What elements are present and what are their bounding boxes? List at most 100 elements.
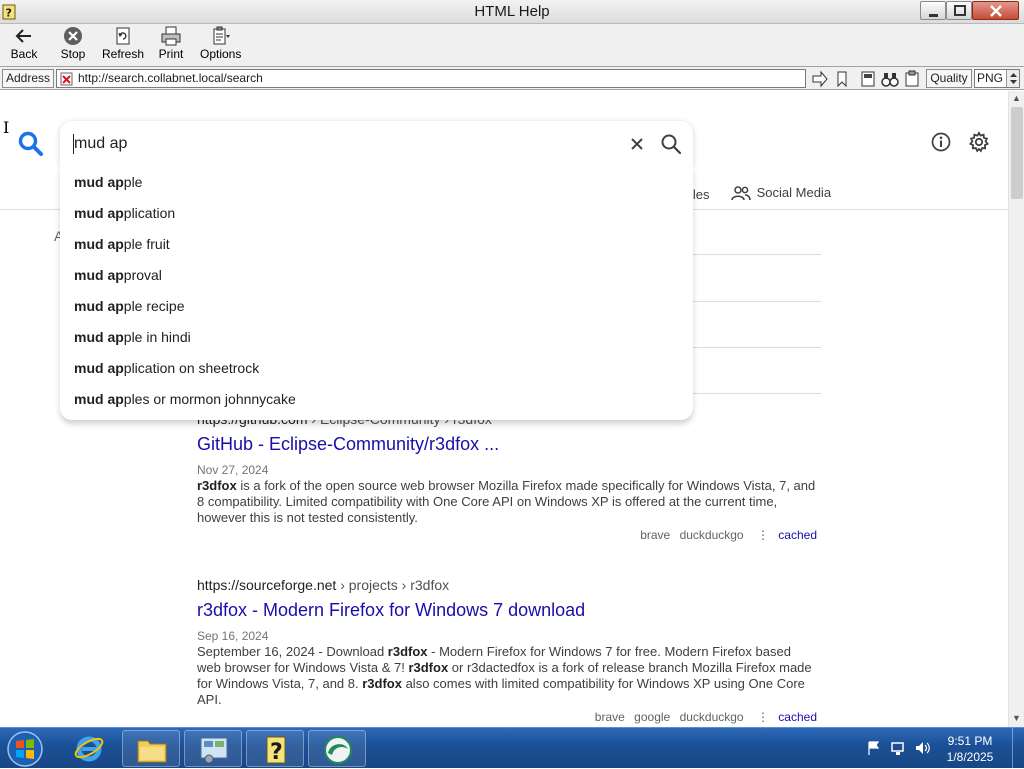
suggestion-match: mud ap xyxy=(74,174,124,190)
suggestion-item[interactable]: mud approval xyxy=(60,260,693,291)
options-label: Options xyxy=(200,47,242,61)
suggestion-item[interactable]: mud application on sheetrock xyxy=(60,353,693,384)
bookmark-icon[interactable] xyxy=(833,70,851,88)
engine-tag: brave xyxy=(640,528,671,542)
taskbar-control-panel[interactable] xyxy=(184,730,242,767)
result-divider xyxy=(684,347,821,348)
suggestion-rest: ple in hindi xyxy=(123,329,191,345)
result-path: › projects › r3dfox xyxy=(340,577,450,593)
taskbar: ? 9:51 PM 1/8/2025 xyxy=(0,727,1024,769)
clear-icon[interactable] xyxy=(627,134,647,154)
taskbar-file-explorer[interactable] xyxy=(122,730,180,767)
tab-social-label: Social Media xyxy=(756,185,832,200)
options-button[interactable]: Options xyxy=(200,26,242,64)
close-button[interactable] xyxy=(972,1,1019,20)
search-logo-icon[interactable] xyxy=(18,131,44,157)
more-options-icon[interactable]: ⋮ xyxy=(757,710,769,724)
result-domain: https://sourceforge.net xyxy=(197,577,337,593)
search-icon[interactable] xyxy=(660,133,682,155)
refresh-label: Refresh xyxy=(102,47,145,61)
suggestion-match: mud ap xyxy=(74,236,124,252)
suggestion-item[interactable]: mud application xyxy=(60,198,693,229)
stop-button[interactable]: Stop xyxy=(56,26,90,64)
taskbar-html-help[interactable]: ? xyxy=(246,730,304,767)
address-bar: Address http://search.collabnet.local/se… xyxy=(0,66,1024,90)
address-label: Address xyxy=(2,69,54,88)
address-url: http://search.collabnet.local/search xyxy=(78,71,263,85)
text-cursor-icon: I xyxy=(3,118,10,137)
snippet-highlight: r3dfox xyxy=(387,644,428,659)
suggestion-item[interactable]: mud apple recipe xyxy=(60,291,693,322)
contents-icon[interactable] xyxy=(859,70,877,88)
file-explorer-icon xyxy=(137,740,167,763)
suggestion-rest: plication on sheetrock xyxy=(123,360,260,376)
suggestion-rest: plication xyxy=(123,205,176,221)
system-clock[interactable]: 9:51 PM 1/8/2025 xyxy=(930,733,1010,765)
gear-icon[interactable] xyxy=(968,131,990,153)
minimize-button[interactable] xyxy=(920,1,946,20)
tab-social-media[interactable]: Social Media xyxy=(731,185,831,201)
suggestion-match: mud ap xyxy=(74,329,124,345)
result-date: Sep 16, 2024 xyxy=(197,629,269,643)
result-breadcrumb[interactable]: https://sourceforge.net › projects › r3d… xyxy=(197,577,817,593)
suggestion-item[interactable]: mud apples or mormon johnnycake xyxy=(60,384,693,415)
suggestion-match: mud ap xyxy=(74,391,124,407)
suggestion-item[interactable]: mud apple in hindi xyxy=(60,322,693,353)
scroll-up-icon[interactable]: ▲ xyxy=(1012,93,1021,103)
info-icon[interactable] xyxy=(931,132,951,152)
quality-select[interactable]: PNG xyxy=(974,69,1020,88)
vertical-scrollbar[interactable]: ▲ ▼ xyxy=(1008,91,1024,727)
result-divider xyxy=(684,254,821,255)
browser-app-icon xyxy=(324,736,352,764)
search-box[interactable]: mud ap xyxy=(60,121,693,167)
address-input[interactable]: http://search.collabnet.local/search xyxy=(56,69,806,88)
print-button[interactable]: Print xyxy=(156,26,186,64)
options-icon xyxy=(213,26,230,45)
search-input[interactable]: mud ap xyxy=(74,135,127,153)
suggestion-item[interactable]: mud apple xyxy=(60,167,693,198)
search-result: https://github.com › Eclipse-Community ›… xyxy=(197,411,817,542)
show-desktop-button[interactable] xyxy=(1012,728,1024,769)
network-icon[interactable] xyxy=(890,740,908,756)
quality-spin-icon[interactable] xyxy=(1006,70,1019,87)
find-binoculars-icon[interactable] xyxy=(881,70,899,88)
quality-label: Quality xyxy=(926,69,972,88)
engine-tag: google xyxy=(634,710,671,724)
back-button[interactable]: Back xyxy=(8,26,40,64)
result-snippet: September 16, 2024 - Download r3dfox - M… xyxy=(197,644,817,708)
svg-text:?: ? xyxy=(270,740,283,765)
action-center-flag-icon[interactable] xyxy=(866,740,882,756)
print-label: Print xyxy=(158,47,184,61)
cached-link[interactable]: cached xyxy=(778,710,817,724)
title-bar: ? HTML Help xyxy=(0,0,1024,24)
internet-explorer-icon[interactable] xyxy=(72,731,106,765)
clock-time: 9:51 PM xyxy=(947,734,993,748)
result-title-link[interactable]: r3dfox - Modern Firefox for Windows 7 do… xyxy=(197,600,817,621)
cached-link[interactable]: cached xyxy=(778,528,817,542)
scroll-thumb[interactable] xyxy=(1011,107,1023,199)
taskbar-browser-app[interactable] xyxy=(308,730,366,767)
snippet-text: September 16, 2024 - Download xyxy=(197,644,388,659)
snippet-highlight: r3dfox xyxy=(197,478,237,493)
result-meta: brave duckduckgo ⋮ cached xyxy=(197,528,817,542)
result-divider xyxy=(684,301,821,302)
autocomplete-dropdown: mud apple mud application mud apple frui… xyxy=(60,167,693,420)
start-button-icon[interactable] xyxy=(6,730,44,768)
snippet-highlight: r3dfox xyxy=(408,660,449,675)
result-date: Nov 27, 2024 xyxy=(197,463,269,477)
suggestion-rest: ple recipe xyxy=(123,298,185,314)
result-title-link[interactable]: GitHub - Eclipse-Community/r3dfox ... xyxy=(197,434,817,455)
quality-value: PNG xyxy=(977,71,1004,85)
engine-tag: duckduckgo xyxy=(679,528,744,542)
suggestion-match: mud ap xyxy=(74,298,124,314)
maximize-button[interactable] xyxy=(946,1,972,20)
refresh-button[interactable]: Refresh xyxy=(102,26,144,64)
suggestion-item[interactable]: mud apple fruit xyxy=(60,229,693,260)
clipboard-icon[interactable] xyxy=(903,70,921,88)
scroll-down-icon[interactable]: ▼ xyxy=(1012,713,1021,723)
result-snippet: r3dfox is a fork of the open source web … xyxy=(197,478,817,526)
control-panel-icon xyxy=(200,737,228,764)
go-arrow-icon[interactable] xyxy=(811,70,829,88)
stop-label: Stop xyxy=(60,47,86,61)
more-options-icon[interactable]: ⋮ xyxy=(757,528,769,542)
